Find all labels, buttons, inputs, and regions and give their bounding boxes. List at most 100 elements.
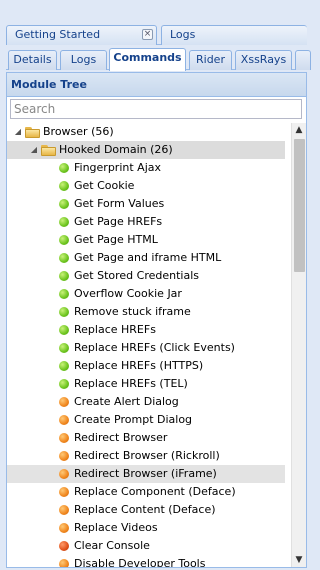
module-item-label: Fingerprint Ajax (74, 161, 162, 174)
module-item[interactable]: Replace HREFs (7, 321, 285, 339)
module-item-label: Get Page HTML (74, 233, 158, 246)
tab-xssrays[interactable]: XssRays (235, 50, 292, 70)
status-red-icon (59, 541, 69, 551)
module-item[interactable]: Get Stored Credentials (7, 267, 285, 285)
module-item-label: Get Stored Credentials (74, 269, 200, 282)
module-item[interactable]: Replace HREFs (TEL) (7, 375, 285, 393)
module-item-label: Overflow Cookie Jar (74, 287, 182, 300)
status-green-icon (59, 289, 69, 299)
module-item[interactable]: Get Form Values (7, 195, 285, 213)
top-strip (0, 0, 307, 22)
status-green-icon (59, 217, 69, 227)
folder-icon (41, 145, 56, 156)
status-orange-icon (59, 451, 69, 461)
status-green-icon (59, 199, 69, 209)
status-green-icon (59, 325, 69, 335)
module-item[interactable]: Create Alert Dialog (7, 393, 285, 411)
panel-title: Module Tree (7, 73, 306, 97)
tab-overflow[interactable] (295, 50, 311, 70)
module-item[interactable]: Clear Console (7, 537, 285, 555)
tree-node-label: Hooked Domain (26) (59, 143, 173, 156)
outer-tab-bar: Getting Started × Logs (6, 23, 307, 45)
module-item[interactable]: Disable Developer Tools (7, 555, 285, 567)
tree-node-hooked-domain[interactable]: ◢ Hooked Domain (26) (7, 141, 285, 159)
status-green-icon (59, 343, 69, 353)
module-item[interactable]: Get Page HTML (7, 231, 285, 249)
scroll-up-icon[interactable]: ▲ (292, 123, 306, 137)
status-green-icon (59, 235, 69, 245)
module-item[interactable]: Replace Component (Deface) (7, 483, 285, 501)
status-green-icon (59, 253, 69, 263)
inner-tab-bar: Details Logs Commands Rider XssRays (6, 48, 311, 71)
module-item-label: Clear Console (74, 539, 150, 552)
status-orange-icon (59, 397, 69, 407)
expand-arrow-icon[interactable]: ◢ (29, 141, 39, 159)
module-item[interactable]: Remove stuck iframe (7, 303, 285, 321)
module-item[interactable]: Redirect Browser (Rickroll) (7, 447, 285, 465)
status-green-icon (59, 361, 69, 371)
folder-icon (25, 127, 40, 138)
module-item[interactable]: Replace Videos (7, 519, 285, 537)
module-item-label: Replace Videos (74, 521, 158, 534)
module-item-label: Get Page and iframe HTML (74, 251, 222, 264)
status-green-icon (59, 181, 69, 191)
module-item-label: Create Prompt Dialog (74, 413, 193, 426)
module-item-label: Replace HREFs (74, 323, 156, 336)
module-item[interactable]: Get Cookie (7, 177, 285, 195)
status-green-icon (59, 307, 69, 317)
status-orange-icon (59, 505, 69, 515)
status-orange-icon (59, 415, 69, 425)
module-item-label: Create Alert Dialog (74, 395, 179, 408)
module-item-label: Get Form Values (74, 197, 165, 210)
scroll-down-icon[interactable]: ▼ (292, 553, 306, 567)
module-item-label: Redirect Browser (Rickroll) (74, 449, 220, 462)
tab-getting-started[interactable]: Getting Started × (6, 25, 157, 45)
status-orange-icon (59, 433, 69, 443)
module-item[interactable]: Get Page and iframe HTML (7, 249, 285, 267)
status-green-icon (59, 163, 69, 173)
module-item[interactable]: Redirect Browser (iFrame) (7, 465, 285, 483)
module-item-label: Disable Developer Tools (74, 557, 206, 567)
search-box (7, 97, 306, 121)
module-item-label: Replace Component (Deface) (74, 485, 236, 498)
status-green-icon (59, 379, 69, 389)
status-orange-icon (59, 523, 69, 533)
module-item[interactable]: Replace HREFs (Click Events) (7, 339, 285, 357)
module-item-label: Replace HREFs (TEL) (74, 377, 188, 390)
module-tree-panel: Module Tree ◢ Browser (56) ◢ Hooked Doma… (6, 72, 307, 568)
tab-logs-outer[interactable]: Logs (161, 25, 307, 45)
module-item[interactable]: Create Prompt Dialog (7, 411, 285, 429)
status-orange-icon (59, 559, 69, 567)
tab-details[interactable]: Details (8, 50, 57, 70)
status-orange-icon (59, 469, 69, 479)
module-item[interactable]: Get Page HREFs (7, 213, 285, 231)
scrollbar-thumb[interactable] (294, 139, 305, 272)
tab-commands[interactable]: Commands (109, 48, 186, 71)
status-orange-icon (59, 487, 69, 497)
tree-scrollbar[interactable]: ▲ ▼ (291, 123, 306, 567)
module-item-label: Replace HREFs (Click Events) (74, 341, 235, 354)
tab-logs[interactable]: Logs (60, 50, 107, 70)
tab-getting-started-label: Getting Started (15, 28, 101, 41)
tab-rider[interactable]: Rider (189, 50, 232, 70)
module-item-label: Remove stuck iframe (74, 305, 191, 318)
status-green-icon (59, 271, 69, 281)
module-item-label: Replace HREFs (HTTPS) (74, 359, 204, 372)
module-item[interactable]: Overflow Cookie Jar (7, 285, 285, 303)
module-item-label: Get Page HREFs (74, 215, 163, 228)
tree-node-label: Browser (56) (43, 125, 114, 138)
expand-arrow-icon[interactable]: ◢ (13, 123, 23, 141)
module-item-label: Redirect Browser (74, 431, 168, 444)
module-item[interactable]: Redirect Browser (7, 429, 285, 447)
module-item-label: Get Cookie (74, 179, 135, 192)
tab-logs-outer-label: Logs (170, 28, 196, 41)
module-item[interactable]: Replace HREFs (HTTPS) (7, 357, 285, 375)
module-item[interactable]: Fingerprint Ajax (7, 159, 285, 177)
search-input[interactable] (10, 99, 302, 119)
tree-node-browser[interactable]: ◢ Browser (56) (7, 123, 285, 141)
module-item-label: Replace Content (Deface) (74, 503, 216, 516)
module-item-label: Redirect Browser (iFrame) (74, 467, 217, 480)
module-tree: ◢ Browser (56) ◢ Hooked Domain (26) Fing… (7, 123, 306, 567)
close-icon[interactable]: × (142, 29, 153, 40)
module-item[interactable]: Replace Content (Deface) (7, 501, 285, 519)
